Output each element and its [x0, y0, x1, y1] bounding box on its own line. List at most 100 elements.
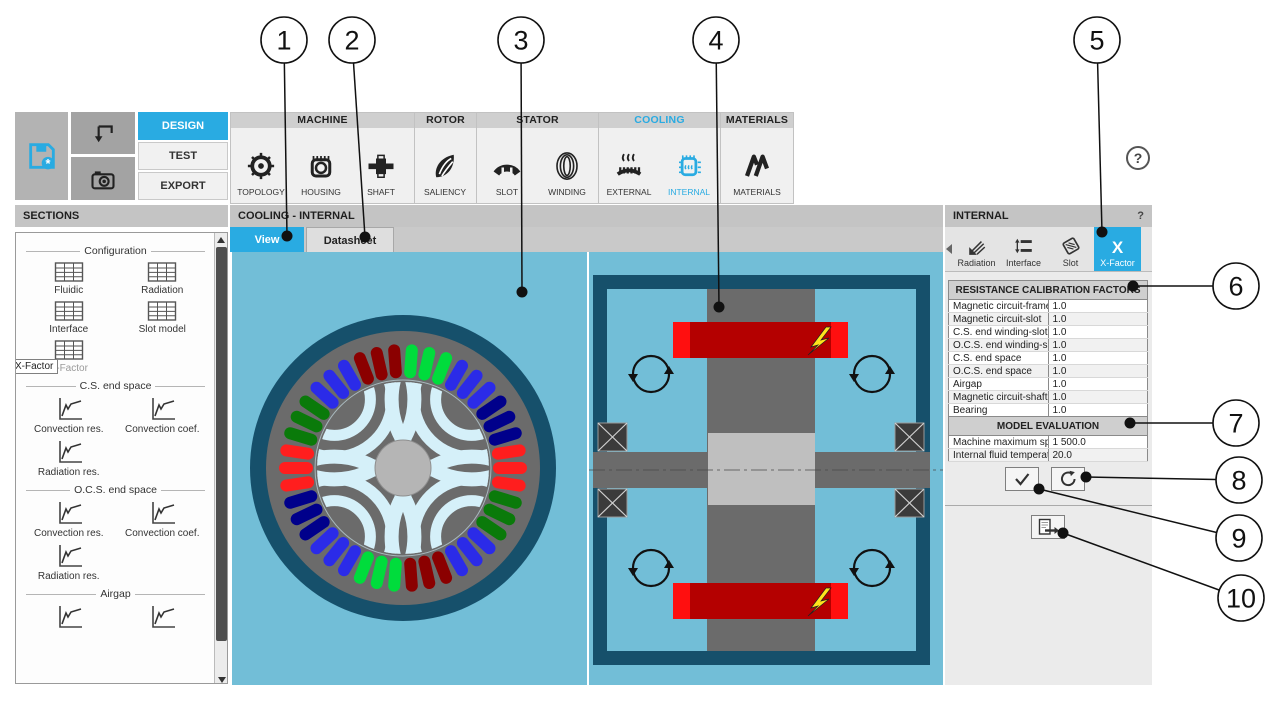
row-value[interactable]: 1.0 — [1047, 377, 1148, 391]
table-title: MODEL EVALUATION — [948, 416, 1148, 436]
help-button[interactable]: ? — [1126, 146, 1150, 170]
apply-button[interactable] — [1005, 467, 1039, 491]
reset-button[interactable] — [1051, 467, 1085, 491]
panel-tab-radiation[interactable]: Radiation — [953, 227, 1000, 271]
table-row: C.S. end space 1.0 — [948, 351, 1148, 365]
table-icon — [147, 300, 177, 322]
tabs-scroll-left-arrow[interactable] — [946, 244, 952, 254]
chart-icon — [147, 604, 177, 630]
group-title: ROTOR — [415, 113, 476, 128]
row-value[interactable]: 1.0 — [1047, 312, 1148, 326]
callout-circle — [328, 16, 376, 64]
internal-cooling-icon — [679, 155, 701, 177]
row-label: Magnetic circuit-shaft — [948, 390, 1048, 404]
row-label: Magnetic circuit-frame — [948, 299, 1048, 313]
design-mode-button[interactable]: DESIGN — [138, 112, 228, 140]
table-row: C.S. end winding-slot 1.0 — [948, 325, 1148, 339]
sidebar-item-cs-convection-res[interactable]: Convection res. — [22, 396, 116, 435]
chart-icon — [147, 396, 177, 422]
table-row: Airgap 1.0 — [948, 377, 1148, 391]
toolbar-item-label: WINDING — [548, 187, 586, 197]
toolbar-item-shaft[interactable]: SHAFT — [351, 128, 411, 202]
toolbar-item-label: SALIENCY — [423, 187, 467, 197]
group-divider-configuration: Configuration — [22, 245, 209, 257]
callout-number: 9 — [1231, 524, 1246, 554]
toolbar-item-slot[interactable]: SLOT — [477, 128, 537, 202]
toolbar-item-label: SHAFT — [367, 187, 395, 197]
callout-number: 2 — [344, 26, 359, 56]
panel-tab-interface[interactable]: Interface — [1000, 227, 1047, 271]
tab-datasheet[interactable]: Datasheet — [306, 227, 394, 254]
row-value[interactable]: 1.0 — [1047, 390, 1148, 404]
toolbar-group-machine: MACHINE TOPOLOGY HOUSING SHAFT — [230, 112, 415, 204]
sidebar-item-label: Slot model — [138, 324, 186, 335]
row-value[interactable]: 1.0 — [1047, 325, 1148, 339]
save-button[interactable]: * — [15, 112, 68, 200]
return-arrow-icon — [94, 125, 113, 143]
sidebar-item-radiation[interactable]: Radiation — [116, 261, 210, 296]
sidebar-item-slot-model[interactable]: Slot model — [116, 300, 210, 335]
panel-tab-x-factor[interactable]: X X-Factor — [1094, 227, 1141, 271]
row-value[interactable]: 1.0 — [1047, 351, 1148, 365]
table-row: Magnetic circuit-slot 1.0 — [948, 312, 1148, 326]
sidebar-item-interface[interactable]: Interface — [22, 300, 116, 335]
callout-circle — [497, 16, 545, 64]
row-value[interactable]: 20.0 — [1047, 448, 1148, 462]
toolbar-item-materials[interactable]: MATERIALS — [727, 128, 787, 202]
sidebar-item-cs-convection-coef[interactable]: Convection coef. — [116, 396, 210, 435]
toolbar-item-winding[interactable]: WINDING — [537, 128, 597, 202]
export-mode-button[interactable]: EXPORT — [138, 172, 228, 200]
topology-icon — [247, 152, 275, 180]
check-icon — [1015, 473, 1030, 486]
toolbar-item-internal[interactable]: INTERNAL — [659, 128, 719, 202]
end-winding-top — [673, 322, 848, 358]
scroll-up-arrow[interactable] — [217, 237, 225, 243]
row-value[interactable]: 1.0 — [1047, 299, 1148, 313]
panel-tab-slot[interactable]: Slot — [1047, 227, 1094, 271]
housing-icon — [310, 156, 332, 178]
sidebar-item-label: Radiation res. — [37, 571, 100, 582]
sidebar-item-x-factor[interactable]: X-Factor X-Factor — [16, 339, 116, 374]
scrollbar-thumb[interactable] — [216, 247, 227, 641]
shaft-circle — [374, 439, 432, 497]
table-row: O.C.S. end winding-slot 1.0 — [948, 338, 1148, 352]
import-button[interactable] — [71, 112, 135, 154]
panel-tabstrip: Radiation Interface Slot X X-Factor — [945, 227, 1152, 272]
sidebar-item-cs-radiation-res[interactable]: Radiation res. — [22, 439, 116, 478]
sidebar-item-airgap-chart[interactable] — [116, 604, 210, 630]
group-title: STATOR — [477, 113, 598, 128]
row-value[interactable]: 1.0 — [1047, 338, 1148, 352]
row-value[interactable]: 1.0 — [1047, 403, 1148, 417]
sidebar-scrollbar[interactable] — [214, 233, 227, 683]
toolbar-item-saliency[interactable]: SALIENCY — [415, 128, 475, 202]
toolbar-item-label: INTERNAL — [667, 187, 711, 197]
export-report-button[interactable] — [1031, 515, 1065, 539]
test-mode-button[interactable]: TEST — [138, 142, 228, 170]
panel-help-button[interactable]: ? — [1137, 205, 1144, 227]
row-value[interactable]: 1 500.0 — [1047, 435, 1148, 449]
toolbar-item-housing[interactable]: HOUSING — [291, 128, 351, 202]
sidebar-item-fluidic[interactable]: Fluidic — [22, 261, 116, 296]
sidebar-item-label: Radiation res. — [37, 467, 100, 478]
callout-circle — [1073, 16, 1121, 64]
sidebar-item-ocs-radiation-res[interactable]: Radiation res. — [22, 543, 116, 582]
callout-number: 7 — [1228, 409, 1243, 439]
table-icon — [147, 261, 177, 283]
row-value[interactable]: 1.0 — [1047, 364, 1148, 378]
sidebar-item-ocs-convection-coef[interactable]: Convection coef. — [116, 500, 210, 539]
table-row: Machine maximum speed (rpm)1 500.0 — [948, 435, 1148, 449]
sidebar-item-ocs-convection-res[interactable]: Convection res. — [22, 500, 116, 539]
main-view-header: COOLING - INTERNAL — [230, 205, 943, 227]
toolbar-item-topology[interactable]: TOPOLOGY — [231, 128, 291, 202]
sidebar-item-airgap-chart[interactable] — [22, 604, 116, 630]
toolbar-item-label: EXTERNAL — [606, 187, 652, 197]
screenshot-button[interactable] — [71, 157, 135, 200]
toolbar-item-external[interactable]: EXTERNAL — [599, 128, 659, 202]
callout-number: 4 — [708, 26, 723, 56]
callout-circle — [1212, 399, 1260, 447]
panel-tab-label: X-Factor — [1100, 258, 1135, 268]
toolbar-group-stator: STATOR SLOT WINDING — [476, 112, 599, 204]
tab-view[interactable]: View — [230, 227, 304, 252]
scroll-down-arrow[interactable] — [217, 677, 226, 683]
callout-number: 6 — [1228, 272, 1243, 302]
